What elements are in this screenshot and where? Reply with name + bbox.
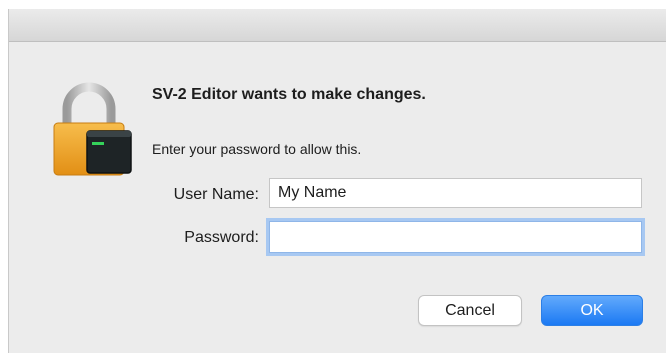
dialog-prompt: Enter your password to allow this. xyxy=(152,141,362,157)
headline-text: wants to make changes. xyxy=(237,86,426,103)
window-titlebar xyxy=(9,9,666,42)
lock-icon xyxy=(51,81,137,177)
cancel-button[interactable]: Cancel xyxy=(418,295,522,326)
ok-button[interactable]: OK xyxy=(541,295,643,326)
username-label: User Name: xyxy=(173,186,259,203)
username-field[interactable] xyxy=(269,178,642,208)
dialog-headline: SV-2 Editor wants to make changes. xyxy=(152,86,426,104)
password-label: Password: xyxy=(184,229,259,246)
authentication-dialog: SV-2 Editor wants to make changes. Enter… xyxy=(8,9,666,353)
password-field[interactable] xyxy=(269,221,642,253)
app-name: SV-2 Editor xyxy=(152,86,238,103)
